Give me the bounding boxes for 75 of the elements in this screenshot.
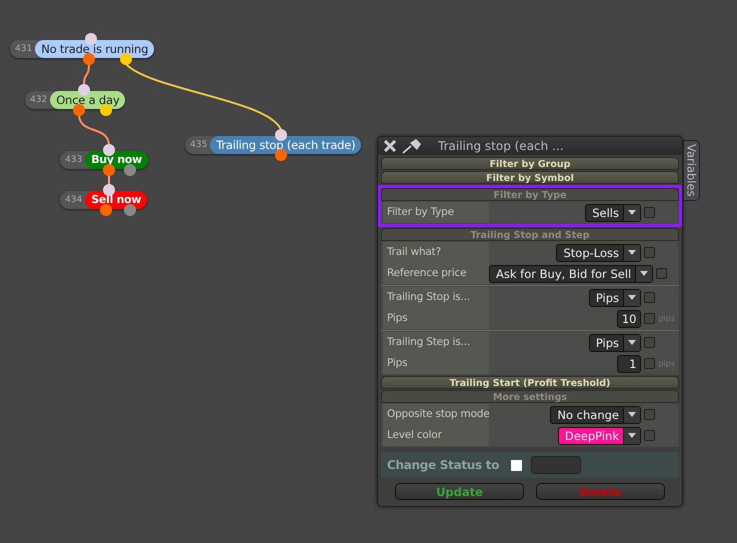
caret-icon [628, 210, 636, 215]
pin-icon[interactable] [402, 138, 422, 154]
field-label: Filter by Type [383, 202, 489, 223]
checkbox[interactable] [644, 409, 655, 420]
flow-node[interactable]: 432 Once a day [25, 91, 126, 109]
dropdown[interactable]: DeepPink [558, 426, 641, 444]
dropdown[interactable]: Pips [588, 334, 641, 352]
checkbox[interactable] [644, 358, 656, 369]
checkbox[interactable] [644, 313, 656, 324]
connector-port[interactable] [85, 33, 97, 45]
node-number: 431 [14, 43, 34, 56]
checkbox[interactable] [644, 207, 655, 218]
node-number: 434 [64, 194, 84, 207]
checkbox[interactable] [656, 268, 668, 279]
dropdown[interactable]: No change [550, 406, 641, 424]
checkbox[interactable] [644, 292, 655, 303]
flow-node[interactable]: 433 Buy now [60, 151, 148, 169]
checkbox[interactable] [644, 337, 655, 348]
section-header[interactable]: Filter by Group [381, 157, 679, 170]
connector-line [83, 64, 90, 86]
caret-icon [628, 433, 636, 438]
field-label: Trailing Step is... [383, 332, 489, 353]
connector-port[interactable] [275, 129, 287, 141]
dropdown[interactable]: Sells [585, 204, 641, 222]
dropdown[interactable]: Stop-Loss [556, 244, 641, 262]
node-label: No trade is running [35, 40, 154, 58]
node-label: Once a day [50, 91, 126, 109]
checkbox[interactable] [644, 247, 655, 258]
node-label: Trailing stop (each trade) [210, 136, 362, 154]
side-tab[interactable]: Variables [683, 140, 700, 201]
section-header[interactable]: Trailing Start (Profit Treshold) [381, 376, 679, 389]
panel-title: Trailing stop (each ... [438, 139, 564, 153]
flow-node[interactable]: 435 Trailing stop (each trade) [185, 136, 362, 154]
connector-port[interactable] [78, 84, 90, 96]
update-button[interactable]: Update [395, 483, 524, 500]
caret-icon [640, 271, 648, 276]
section-header[interactable]: Filter by Symbol [381, 171, 679, 184]
flow-node[interactable]: 431 No trade is running [10, 40, 154, 58]
caret-icon [628, 250, 636, 255]
checkbox[interactable] [644, 430, 655, 441]
field-label: Trailing Stop is... [383, 287, 489, 308]
caret-icon [628, 295, 636, 300]
status-label: Change Status to [387, 458, 500, 472]
connector-port[interactable] [275, 149, 287, 161]
node-label: Buy now [85, 151, 148, 169]
number-field[interactable]: 1 [617, 354, 642, 372]
field-label: Opposite stop mode [383, 404, 489, 425]
dropdown[interactable]: Pips [588, 288, 641, 306]
node-label: Sell now [85, 191, 148, 209]
connector-port[interactable] [103, 184, 115, 196]
connector-port[interactable] [103, 144, 115, 156]
field-label: Reference price [383, 263, 489, 284]
dropdown[interactable]: Ask for Buy, Bid for Sell [489, 264, 654, 282]
connector-port[interactable] [124, 164, 136, 176]
connector-port[interactable] [124, 204, 136, 216]
node-number: 433 [64, 154, 84, 167]
connector-line [78, 114, 110, 146]
connector-line [108, 175, 110, 185]
number-field[interactable]: 10 [616, 310, 642, 328]
field-label: Pips [383, 353, 489, 374]
status-field[interactable] [531, 456, 582, 474]
close-icon[interactable] [384, 140, 396, 152]
field-label: Level color [383, 425, 489, 446]
connector-port[interactable] [103, 164, 115, 176]
caret-icon [628, 340, 636, 345]
field-label: Pips [383, 308, 489, 329]
checkbox[interactable] [511, 460, 522, 470]
caret-icon [628, 412, 636, 417]
field-label: Trail what? [383, 242, 489, 263]
node-number: 432 [29, 94, 48, 107]
node-number: 435 [189, 139, 208, 152]
connector-port[interactable] [83, 53, 95, 65]
flow-node[interactable]: 434 Sell now [60, 191, 148, 209]
connector-port[interactable] [73, 104, 85, 116]
connector-port[interactable] [100, 204, 112, 216]
